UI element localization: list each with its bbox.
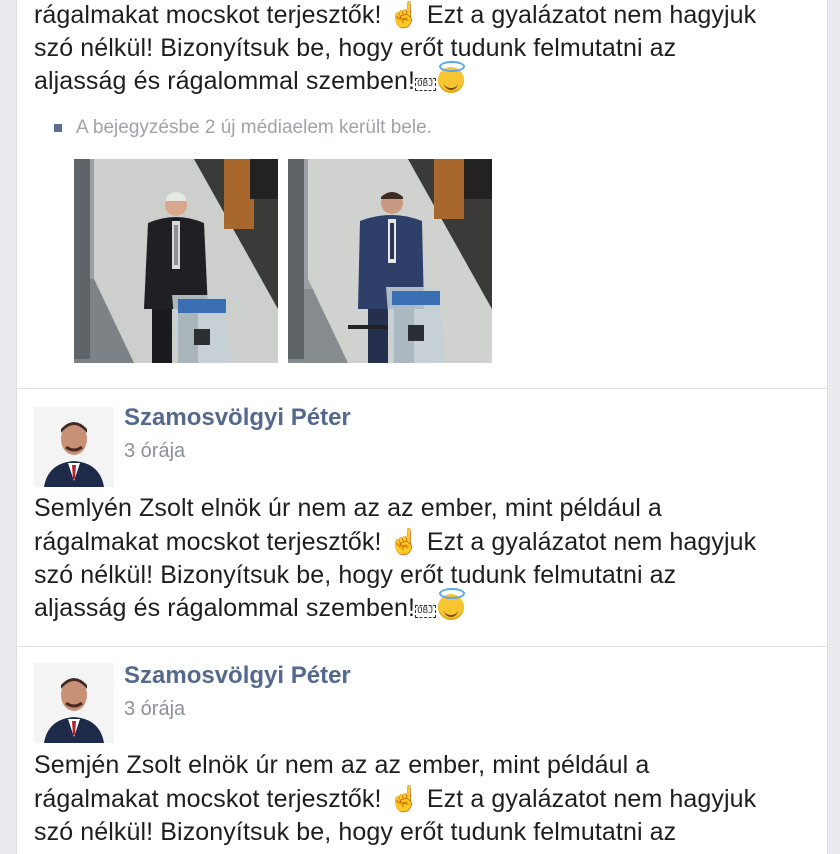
- bullet-icon: [54, 124, 62, 132]
- author-name[interactable]: Szamosvölgyi Péter: [124, 404, 351, 432]
- avatar[interactable]: [34, 407, 114, 487]
- post-line: aljasság és rágalommal szemben! OBJ: [34, 61, 814, 98]
- media-added-note: A bejegyzésbe 2 új médiaelem került bele…: [54, 117, 432, 139]
- post-line: szó nélkül! Bizonyítsuk be, hogy erőt tu…: [34, 561, 677, 589]
- pointing-up-hand-icon: ☝️: [388, 784, 420, 813]
- post-line: szó nélkül! Bizonyítsuk be, hogy erőt tu…: [34, 818, 677, 846]
- author-name[interactable]: Szamosvölgyi Péter: [124, 662, 351, 690]
- news-feed: rágalmakat mocskot terjesztők! ☝️ Ezt a …: [16, 0, 828, 854]
- post-line: rágalmakat mocskot terjesztők! ☝️ Ezt a …: [34, 784, 757, 813]
- post-timestamp[interactable]: 3 órája: [124, 440, 185, 463]
- smiling-face-with-halo-icon: [437, 61, 465, 93]
- post-line: szó nélkül! Bizonyítsuk be, hogy erőt tu…: [34, 34, 677, 62]
- post-body: Semlyén Zsolt elnök úr nem az az ember, …: [34, 492, 814, 625]
- object-placeholder-icon: OBJ: [415, 605, 436, 618]
- post-line: Semjén Zsolt elnök úr nem az az ember, m…: [34, 751, 650, 779]
- object-placeholder-icon: OBJ: [415, 78, 436, 91]
- post-line: rágalmakat mocskot terjesztők! ☝️ Ezt a …: [34, 527, 757, 556]
- avatar[interactable]: [34, 663, 114, 743]
- post-body: rágalmakat mocskot terjesztők! ☝️ Ezt a …: [34, 0, 814, 98]
- smiling-face-with-halo-icon: [437, 588, 465, 620]
- post-line: Semlyén Zsolt elnök úr nem az az ember, …: [34, 494, 662, 522]
- media-note-text: A bejegyzésbe 2 új médiaelem került bele…: [76, 117, 432, 138]
- pointing-up-hand-icon: ☝️: [388, 0, 420, 29]
- post-line: aljasság és rágalommal szemben! OBJ: [34, 588, 814, 625]
- post-body: Semjén Zsolt elnök úr nem az az ember, m…: [34, 749, 814, 849]
- post-divider: [17, 388, 827, 389]
- post-photo-1[interactable]: [74, 159, 278, 363]
- post-timestamp[interactable]: 3 órája: [124, 698, 185, 721]
- pointing-up-hand-icon: ☝️: [388, 527, 420, 556]
- post-photo-2[interactable]: [288, 159, 492, 363]
- post-line: rágalmakat mocskot terjesztők! ☝️ Ezt a …: [34, 0, 757, 29]
- post-divider: [17, 646, 827, 647]
